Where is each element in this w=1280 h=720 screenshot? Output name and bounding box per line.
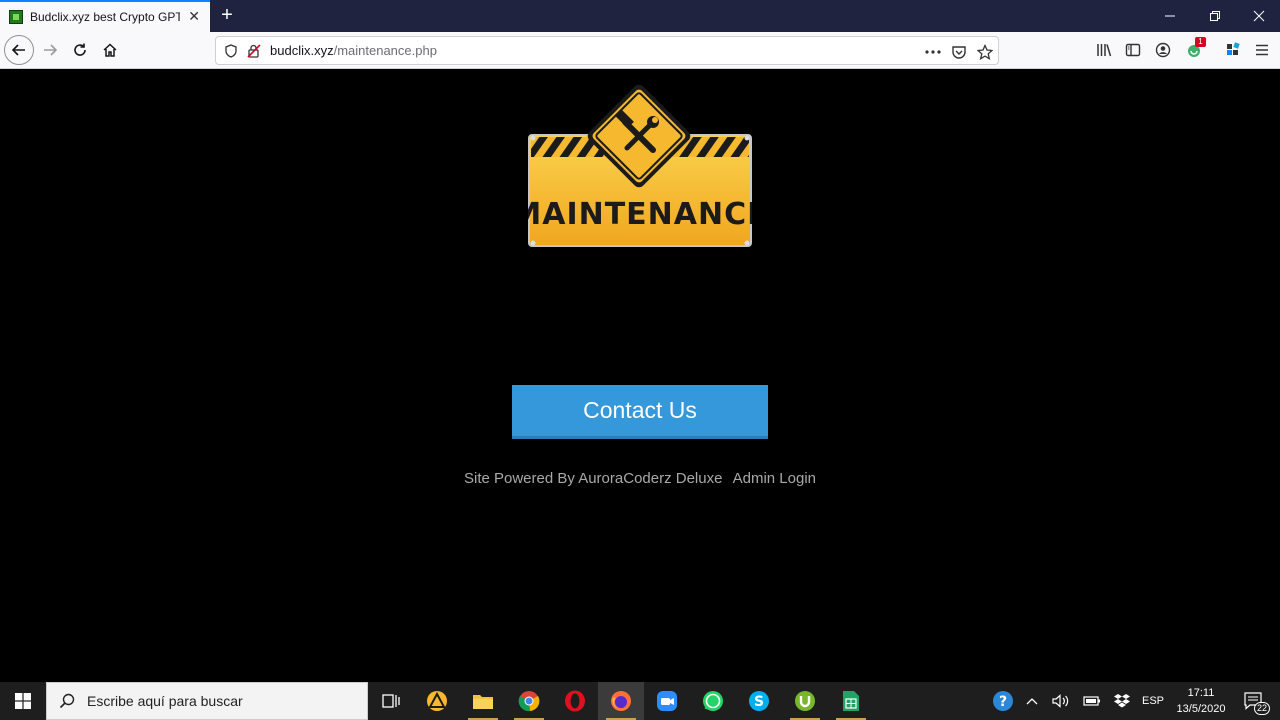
powered-by-text: Site Powered By AuroraCoderz Deluxe bbox=[463, 470, 723, 487]
library-icon[interactable] bbox=[1090, 36, 1118, 64]
maintenance-sign-text: MAINTENANCE bbox=[528, 197, 752, 232]
clock-date: 13/5/2020 bbox=[1176, 703, 1226, 715]
tab-close-icon[interactable]: ✕ bbox=[188, 9, 200, 23]
tab-title: Budclix.xyz best Crypto GPT bbox=[30, 10, 180, 24]
dropbox-icon[interactable] bbox=[1108, 682, 1136, 720]
taskbar-search-box[interactable]: Escribe aquí para buscar bbox=[46, 682, 368, 720]
action-center-icon[interactable]: 22 bbox=[1236, 682, 1272, 720]
screen: Budclix.xyz best Crypto GPT ✕ + budclix.… bbox=[0, 0, 1280, 720]
spreadsheet-icon[interactable] bbox=[828, 682, 874, 720]
site-footer: Site Powered By AuroraCoderz Deluxe Admi… bbox=[0, 470, 1280, 487]
battery-icon[interactable] bbox=[1078, 682, 1106, 720]
site-favicon-icon bbox=[9, 10, 23, 24]
address-bar[interactable]: budclix.xyz/maintenance.php bbox=[215, 36, 999, 65]
home-icon bbox=[103, 43, 117, 57]
reload-icon bbox=[74, 43, 86, 56]
sidebar-icon[interactable] bbox=[1119, 36, 1147, 64]
restore-window-icon[interactable] bbox=[1193, 0, 1237, 32]
arrow-left-icon bbox=[11, 44, 25, 56]
opera-icon[interactable] bbox=[552, 682, 598, 720]
svg-text:S: S bbox=[754, 694, 764, 710]
tab-strip: Budclix.xyz best Crypto GPT ✕ + bbox=[0, 0, 1280, 32]
input-language[interactable]: ESP bbox=[1138, 682, 1168, 720]
admin-login-link[interactable]: Admin Login bbox=[733, 470, 816, 487]
url-host: budclix.xyz bbox=[270, 43, 334, 58]
search-icon bbox=[59, 693, 75, 709]
url-text: budclix.xyz/maintenance.php bbox=[270, 43, 437, 58]
forward-button[interactable] bbox=[36, 36, 64, 64]
taskbar-app-warning-icon[interactable] bbox=[414, 682, 460, 720]
page-content: MAINTENANCE Contact Us Site Powered By A… bbox=[0, 70, 1280, 682]
new-tab-button[interactable]: + bbox=[216, 4, 238, 26]
zoom-icon[interactable] bbox=[644, 682, 690, 720]
back-button[interactable] bbox=[4, 35, 34, 65]
extension-icon[interactable]: 1 bbox=[1180, 36, 1208, 64]
task-view-icon[interactable] bbox=[368, 682, 414, 720]
url-path: /maintenance.php bbox=[333, 43, 437, 58]
minimize-window-icon[interactable] bbox=[1148, 0, 1192, 32]
chrome-icon[interactable] bbox=[506, 682, 552, 720]
notification-count-badge: 22 bbox=[1254, 702, 1270, 715]
file-explorer-icon[interactable] bbox=[460, 682, 506, 720]
reload-button[interactable] bbox=[66, 36, 94, 64]
pocket-icon[interactable] bbox=[946, 37, 972, 66]
insecure-connection-icon[interactable] bbox=[246, 43, 262, 59]
clock-time: 17:11 bbox=[1187, 687, 1215, 699]
volume-icon[interactable] bbox=[1048, 682, 1074, 720]
search-placeholder: Escribe aquí para buscar bbox=[87, 693, 243, 709]
system-clock[interactable]: 17:11 13/5/2020 bbox=[1170, 685, 1232, 717]
start-button[interactable] bbox=[0, 682, 46, 720]
skype-icon[interactable]: S bbox=[736, 682, 782, 720]
home-button[interactable] bbox=[96, 36, 124, 64]
help-icon[interactable]: ? bbox=[988, 682, 1018, 720]
extensions-puzzle-icon[interactable] bbox=[1219, 36, 1247, 64]
browser-tab[interactable]: Budclix.xyz best Crypto GPT ✕ bbox=[0, 0, 210, 32]
show-hidden-icons-chevron-icon[interactable] bbox=[1020, 682, 1044, 720]
hamburger-menu-icon[interactable] bbox=[1248, 36, 1276, 64]
account-icon[interactable] bbox=[1149, 36, 1177, 64]
arrow-right-icon bbox=[44, 44, 58, 56]
extension-badge: 1 bbox=[1195, 37, 1206, 47]
windows-logo-icon bbox=[15, 693, 31, 709]
navigation-toolbar: budclix.xyz/maintenance.php 1 bbox=[0, 32, 1280, 69]
utorrent-icon[interactable] bbox=[782, 682, 828, 720]
contact-us-button[interactable]: Contact Us bbox=[512, 385, 768, 439]
whatsapp-icon[interactable] bbox=[690, 682, 736, 720]
firefox-icon[interactable] bbox=[598, 682, 644, 720]
windows-taskbar: Escribe aquí para buscar S ? ESP 17:11 1… bbox=[0, 682, 1280, 720]
svg-text:?: ? bbox=[999, 694, 1007, 710]
bookmark-star-icon[interactable] bbox=[972, 37, 998, 66]
close-window-icon[interactable] bbox=[1237, 0, 1280, 32]
tracking-shield-icon[interactable] bbox=[224, 43, 238, 58]
page-actions-icon[interactable] bbox=[920, 37, 946, 66]
maintenance-sign-logo: MAINTENANCE bbox=[528, 84, 752, 247]
